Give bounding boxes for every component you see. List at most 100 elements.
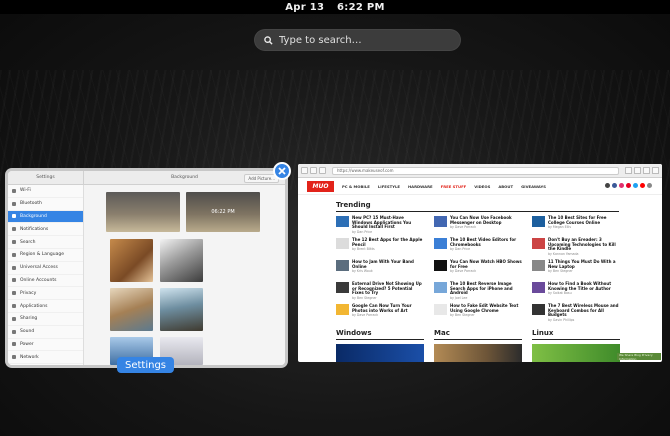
article-thumbnail[interactable]	[434, 238, 447, 249]
search-bar[interactable]	[254, 29, 461, 51]
article-title[interactable]: Google Can Now Turn Your Photos into Wor…	[352, 303, 412, 313]
article-item[interactable]: How to Find a Book Without Knowing the T…	[532, 281, 620, 297]
nav-link[interactable]: VIDEOS	[474, 184, 490, 189]
nav-link[interactable]: HARDWARE	[408, 184, 433, 189]
close-window-button[interactable]	[273, 162, 291, 180]
article-title[interactable]: The 7 Best Wireless Mouse and Keyboard C…	[548, 303, 618, 317]
article-thumbnail[interactable]	[434, 282, 447, 293]
sidebar-item-region-language[interactable]: Region & Language	[8, 249, 83, 262]
nav-link[interactable]: LIFESTYLE	[378, 184, 400, 189]
sidebar-item-online-accounts[interactable]: Online Accounts	[8, 275, 83, 288]
back-icon[interactable]	[301, 167, 308, 174]
article-title[interactable]: The 12 Best Apps for the Apple Pencil	[352, 237, 422, 247]
article-item[interactable]: The 10 Best Video Editors for Chromebook…	[434, 237, 522, 253]
article-title[interactable]: The 10 Best Sites for Free College Cours…	[548, 215, 606, 225]
sidebar-item-sharing[interactable]: Sharing	[8, 313, 83, 326]
window-close-icon[interactable]	[652, 167, 659, 174]
article-thumbnail[interactable]	[532, 238, 545, 249]
article-thumbnail[interactable]	[532, 304, 545, 315]
sidebar-item-power[interactable]: Power	[8, 339, 83, 352]
sidebar-item-notifications[interactable]: Notifications	[8, 223, 83, 237]
sidebar-item-bluetooth[interactable]: Bluetooth	[8, 198, 83, 211]
wallpaper-option[interactable]	[160, 239, 203, 282]
article-thumbnail[interactable]	[336, 260, 349, 271]
nav-link[interactable]: FREE STUFF	[441, 184, 467, 189]
search-icon[interactable]	[647, 183, 652, 188]
sidebar-item-privacy[interactable]: Privacy	[8, 287, 83, 301]
site-logo[interactable]: MUO	[307, 180, 334, 192]
clock[interactable]: Apr 13 6:22 PM	[285, 2, 385, 13]
article-item[interactable]: You Can Now Use Facebook Messenger on De…	[434, 215, 522, 231]
article-thumbnail[interactable]	[532, 282, 545, 293]
article-title[interactable]: 11 Things You Must Do With a New Laptop	[548, 259, 616, 269]
article-title[interactable]: You Can Now Watch HBO Shows for Free	[450, 259, 522, 269]
browser-window[interactable]: https://www.makeuseof.com MUO PC & MOBIL…	[298, 164, 662, 362]
article-thumbnail[interactable]	[532, 216, 545, 227]
reload-icon[interactable]	[319, 167, 326, 174]
sidebar-item-search[interactable]: Search	[8, 236, 83, 249]
article-item[interactable]: You Can Now Watch HBO Shows for Free by D…	[434, 259, 522, 275]
sidebar-item-label: Applications	[20, 303, 48, 309]
article-item[interactable]: The 12 Best Apps for the Apple Pencil by …	[336, 237, 424, 253]
search-input[interactable]	[279, 34, 449, 46]
article-item[interactable]: Don't Buy an Ereader: 3 Upcoming Technol…	[532, 237, 620, 256]
article-item[interactable]: The 7 Best Wireless Mouse and Keyboard C…	[532, 303, 620, 322]
forward-icon[interactable]	[310, 167, 317, 174]
wallpaper-option[interactable]	[110, 239, 153, 282]
desktop-background-preview[interactable]	[106, 192, 180, 232]
twitter-icon[interactable]	[633, 183, 638, 188]
article-title[interactable]: You Can Now Use Facebook Messenger on De…	[450, 215, 512, 225]
article-title[interactable]: How to Jam With Your Band Online	[352, 259, 414, 269]
sidebar-item-applications[interactable]: Applications	[8, 300, 83, 313]
mac-article-image[interactable]	[434, 344, 522, 362]
windows-article-image[interactable]	[336, 344, 424, 362]
article-item[interactable]: New PC? 15 Must-Have Windows Application…	[336, 215, 424, 234]
article-thumbnail[interactable]	[336, 216, 349, 227]
sidebar-item-sound[interactable]: Sound	[8, 326, 83, 339]
article-title[interactable]: External Drive Not Showing Up or Recogni…	[352, 281, 422, 295]
linux-article-image[interactable]	[532, 344, 620, 362]
article-thumbnail[interactable]	[434, 304, 447, 315]
article-title[interactable]: The 10 Best Reverse Image Search Apps fo…	[450, 281, 513, 295]
article-thumbnail[interactable]	[336, 304, 349, 315]
minimize-icon[interactable]	[643, 167, 650, 174]
article-thumbnail[interactable]	[532, 260, 545, 271]
address-bar[interactable]: https://www.makeuseof.com	[332, 166, 619, 175]
article-thumbnail[interactable]	[434, 260, 447, 271]
youtube-icon[interactable]	[640, 183, 645, 188]
article-item[interactable]: The 10 Best Reverse Image Search Apps fo…	[434, 281, 522, 300]
settings-window[interactable]: Settings Background Add Picture... Wi-Fi…	[8, 171, 285, 365]
article-item[interactable]: External Drive Not Showing Up or Recogni…	[336, 281, 424, 300]
instagram-icon[interactable]	[619, 183, 624, 188]
article-thumbnail[interactable]	[336, 282, 349, 293]
article-thumbnail[interactable]	[336, 238, 349, 249]
menu-icon[interactable]	[634, 167, 641, 174]
nav-link[interactable]: PC & MOBILE	[342, 184, 370, 189]
sidebar-item-network[interactable]: Network	[8, 351, 83, 365]
article-item[interactable]: The 10 Best Sites for Free College Cours…	[532, 215, 620, 231]
share-banner[interactable]: We Share Blog Privacy Information	[617, 353, 661, 361]
sidebar-item-wi-fi[interactable]: Wi-Fi	[8, 185, 83, 198]
lock-screen-preview[interactable]: 06:22 PM	[186, 192, 260, 232]
sidebar-item-background[interactable]: Background	[8, 210, 83, 224]
article-item[interactable]: How to Jam With Your Band Online by Kris …	[336, 259, 424, 275]
bookmark-icon[interactable]	[625, 167, 632, 174]
article-title[interactable]: Don't Buy an Ereader: 3 Upcoming Technol…	[548, 237, 616, 251]
pinterest-icon[interactable]	[626, 183, 631, 188]
article-item[interactable]: How to Fake Edit Website Text Using Goog…	[434, 303, 522, 319]
article-thumbnail[interactable]	[434, 216, 447, 227]
article-title[interactable]: How to Fake Edit Website Text Using Goog…	[450, 303, 518, 313]
facebook-icon[interactable]	[612, 183, 617, 188]
article-item[interactable]: 11 Things You Must Do With a New Laptop b…	[532, 259, 620, 275]
nav-link[interactable]: ABOUT	[498, 184, 513, 189]
nav-link[interactable]: GIVEAWAYS	[521, 184, 546, 189]
article-item[interactable]: Google Can Now Turn Your Photos into Wor…	[336, 303, 424, 319]
article-title[interactable]: How to Find a Book Without Knowing the T…	[548, 281, 611, 291]
wallpaper-option[interactable]	[160, 288, 203, 331]
settings-window-label[interactable]: Settings	[117, 357, 175, 373]
wallpaper-option[interactable]	[110, 288, 153, 331]
mail-icon[interactable]	[605, 183, 610, 188]
article-title[interactable]: The 10 Best Video Editors for Chromebook…	[450, 237, 516, 247]
article-title[interactable]: New PC? 15 Must-Have Windows Application…	[352, 215, 411, 229]
sidebar-item-universal-access[interactable]: Universal Access	[8, 262, 83, 275]
